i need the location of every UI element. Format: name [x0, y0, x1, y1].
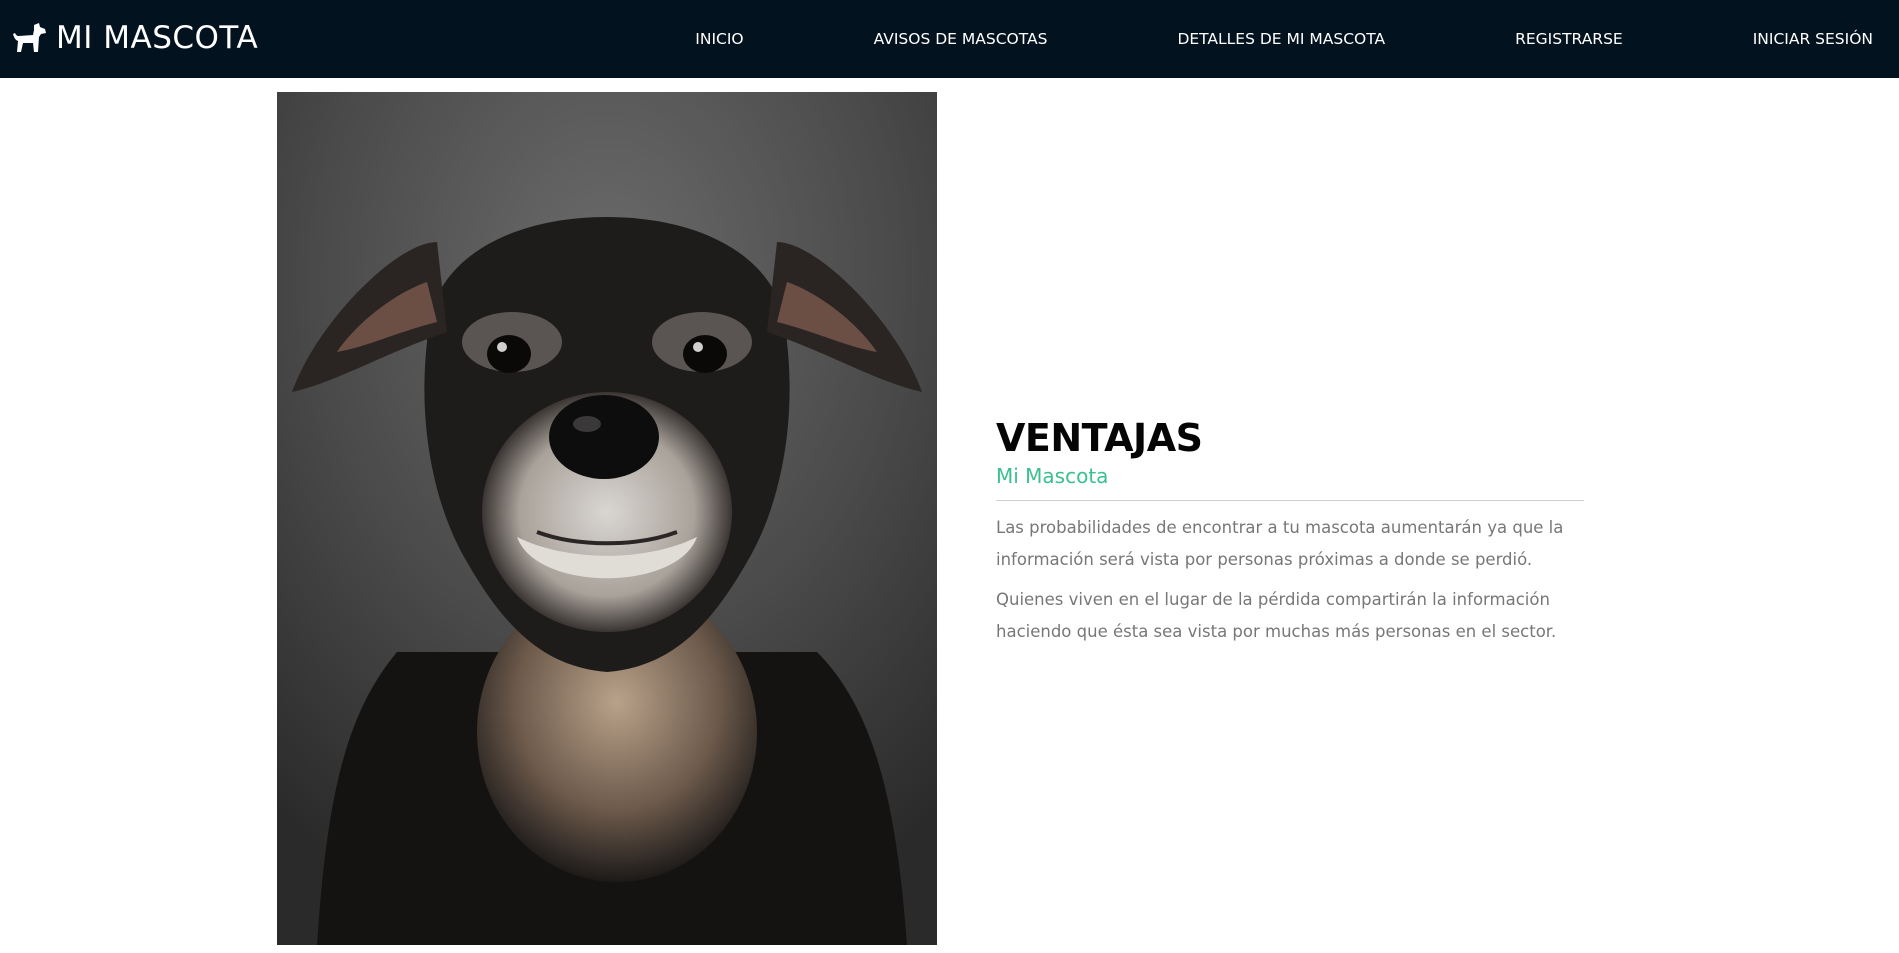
nav-registrarse[interactable]: REGISTRARSE — [1515, 30, 1623, 48]
top-navbar: MI MASCOTA INICIO AVISOS DE MASCOTAS DET… — [0, 0, 1899, 78]
section-title: VENTAJAS — [996, 416, 1203, 460]
nav-inicio[interactable]: INICIO — [695, 30, 743, 48]
nav-iniciar-sesion[interactable]: INICIAR SESIÓN — [1753, 30, 1873, 48]
nav-detalles-de-mi-mascota[interactable]: DETALLES DE MI MASCOTA — [1177, 30, 1385, 48]
dog-photo — [277, 92, 937, 945]
section-subtitle: Mi Mascota — [996, 464, 1109, 488]
section-divider — [996, 500, 1584, 501]
paragraph-2: Quienes viven en el lugar de la pérdida … — [996, 590, 1557, 641]
nav-avisos-de-mascotas[interactable]: AVISOS DE MASCOTAS — [874, 30, 1048, 48]
ventajas-section: VENTAJAS Mi Mascota Las probabilidades d… — [996, 415, 1584, 656]
paragraph-1: Las probabilidades de encontrar a tu mas… — [996, 518, 1564, 569]
brand-logo-link[interactable]: MI MASCOTA — [12, 18, 258, 58]
brand-title: MI MASCOTA — [56, 20, 259, 56]
main-nav: INICIO AVISOS DE MASCOTAS DETALLES DE MI… — [695, 0, 1873, 78]
dog-icon — [12, 22, 48, 54]
